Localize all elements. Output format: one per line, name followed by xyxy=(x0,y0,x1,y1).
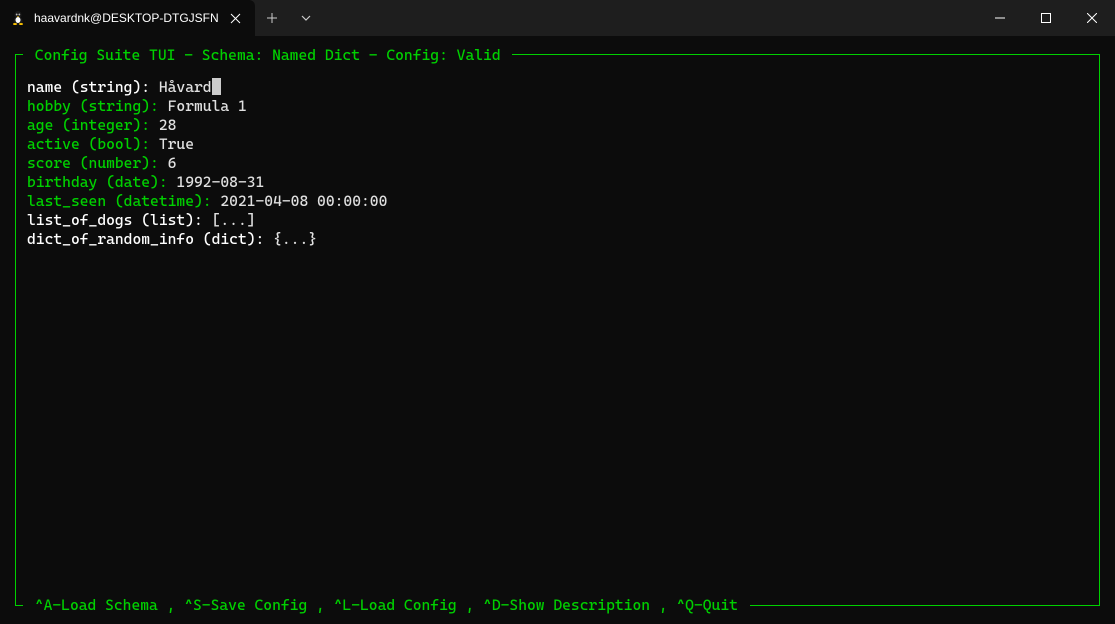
field-label: birthday (date): xyxy=(27,173,176,191)
field-value: 6 xyxy=(168,154,177,172)
field-label: age (integer): xyxy=(27,116,159,134)
tux-icon xyxy=(10,10,26,26)
field-label: dict_of_random_info (dict): xyxy=(27,230,273,248)
field-value: 2021-04-08 00:00:00 xyxy=(220,192,387,210)
minimize-button[interactable] xyxy=(977,0,1023,36)
field-label: active (bool): xyxy=(27,135,159,153)
field-age[interactable]: age (integer): 28 xyxy=(27,116,1088,135)
field-value: 1992-08-31 xyxy=(176,173,264,191)
close-tab-button[interactable] xyxy=(227,9,245,27)
field-label: last_seen (datetime): xyxy=(27,192,220,210)
field-label: name (string): xyxy=(27,78,159,96)
field-birthday[interactable]: birthday (date): 1992-08-31 xyxy=(27,173,1088,192)
field-name[interactable]: name (string): Håvard xyxy=(27,78,1088,97)
field-value: Formula 1 xyxy=(168,97,247,115)
field-dict-of-random-info[interactable]: dict_of_random_info (dict): {...} xyxy=(27,230,1088,249)
maximize-button[interactable] xyxy=(1023,0,1069,36)
box-content: name (string): Håvard hobby (string): Fo… xyxy=(27,78,1088,249)
field-last-seen[interactable]: last_seen (datetime): 2021-04-08 00:00:0… xyxy=(27,192,1088,211)
field-value: [...] xyxy=(212,211,256,229)
field-label: hobby (string): xyxy=(27,97,168,115)
field-value: True xyxy=(159,135,194,153)
titlebar: haavardnk@DESKTOP-DTGJSFN xyxy=(0,0,1115,36)
field-active[interactable]: active (bool): True xyxy=(27,135,1088,154)
terminal-tab[interactable]: haavardnk@DESKTOP-DTGJSFN xyxy=(0,0,255,36)
field-list-of-dogs[interactable]: list_of_dogs (list): [...] xyxy=(27,211,1088,230)
field-score[interactable]: score (number): 6 xyxy=(27,154,1088,173)
tabs-area: haavardnk@DESKTOP-DTGJSFN xyxy=(0,0,323,36)
field-label: score (number): xyxy=(27,154,168,172)
field-value: 28 xyxy=(159,116,177,134)
tab-title: haavardnk@DESKTOP-DTGJSFN xyxy=(34,11,219,25)
field-hobby[interactable]: hobby (string): Formula 1 xyxy=(27,97,1088,116)
window-controls xyxy=(977,0,1115,36)
field-value: {...} xyxy=(273,230,317,248)
tab-dropdown-button[interactable] xyxy=(289,0,323,36)
terminal-pane[interactable]: Config Suite TUI - Schema: Named Dict - … xyxy=(0,36,1115,624)
close-window-button[interactable] xyxy=(1069,0,1115,36)
tui-box: Config Suite TUI - Schema: Named Dict - … xyxy=(12,46,1103,614)
cursor-icon xyxy=(212,78,221,95)
new-tab-button[interactable] xyxy=(255,0,289,36)
tab-controls xyxy=(255,0,323,36)
box-footer: ^A-Load Schema , ^S-Save Config , ^L-Loa… xyxy=(23,596,750,614)
field-label: list_of_dogs (list): xyxy=(27,211,212,229)
field-value: Håvard xyxy=(159,78,212,96)
box-header: Config Suite TUI - Schema: Named Dict - … xyxy=(23,46,512,64)
